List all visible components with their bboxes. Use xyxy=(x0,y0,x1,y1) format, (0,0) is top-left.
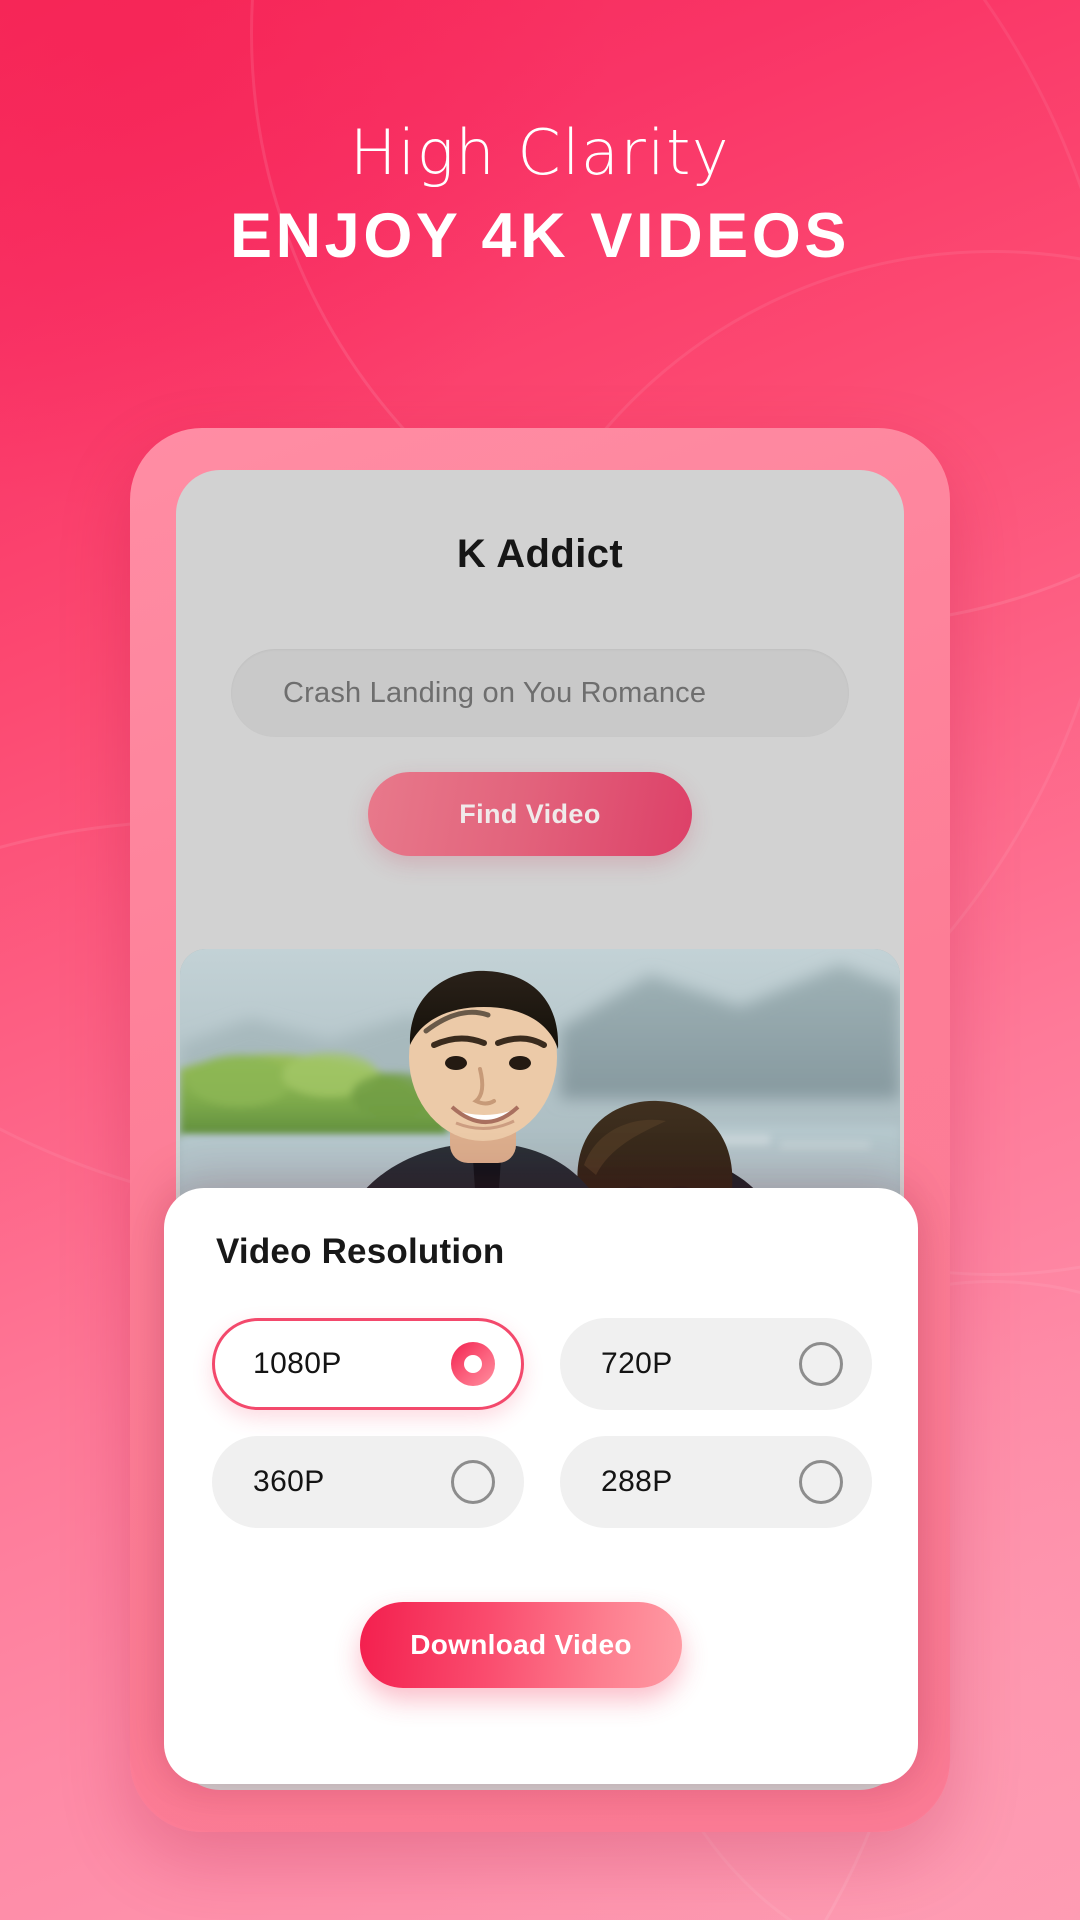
resolution-option-1080p[interactable]: 1080P xyxy=(212,1318,524,1410)
headline-title: ENJOY 4K VIDEOS xyxy=(229,201,851,272)
radio-unselected-icon[interactable] xyxy=(451,1460,495,1504)
download-video-button[interactable]: Download Video xyxy=(360,1602,682,1688)
resolution-label: 288P xyxy=(601,1465,673,1498)
search-input[interactable]: Crash Landing on You Romance xyxy=(231,649,849,737)
radio-selected-icon[interactable] xyxy=(451,1342,495,1386)
headline-subtitle: High Clarity xyxy=(349,116,731,189)
find-video-button[interactable]: Find Video xyxy=(368,772,692,856)
resolution-options: 1080P 720P 360P 288P xyxy=(212,1318,872,1528)
promo-screenshot: High Clarity ENJOY 4K VIDEOS K Addict Cr… xyxy=(0,0,1080,1920)
radio-unselected-icon[interactable] xyxy=(799,1460,843,1504)
resolution-option-360p[interactable]: 360P xyxy=(212,1436,524,1528)
resolution-label: 720P xyxy=(601,1347,673,1380)
headline: High Clarity ENJOY 4K VIDEOS xyxy=(0,120,1080,273)
video-resolution-sheet: Video Resolution 1080P 720P 360P 288P Do… xyxy=(164,1188,918,1784)
resolution-option-720p[interactable]: 720P xyxy=(560,1318,872,1410)
app-title: K Addict xyxy=(456,532,624,576)
sheet-title: Video Resolution xyxy=(216,1232,505,1271)
resolution-option-288p[interactable]: 288P xyxy=(560,1436,872,1528)
radio-unselected-icon[interactable] xyxy=(799,1342,843,1386)
resolution-label: 360P xyxy=(253,1465,325,1498)
resolution-label: 1080P xyxy=(253,1347,342,1380)
search-input-text: Crash Landing on You Romance xyxy=(283,676,707,709)
